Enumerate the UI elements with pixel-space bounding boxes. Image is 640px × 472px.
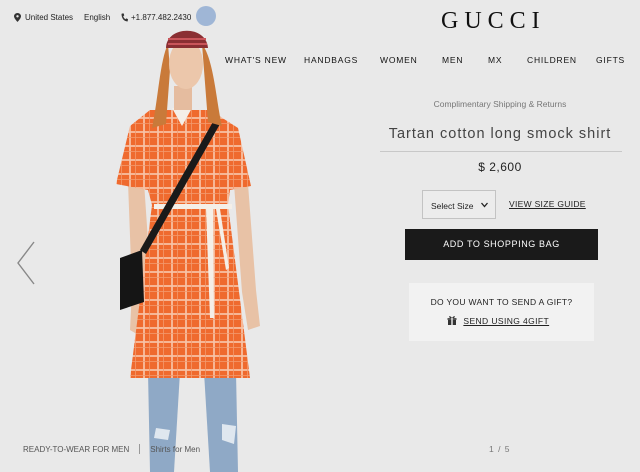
main-nav: WHAT'S NEW HANDBAGS WOMEN MEN MX CHILDRE… — [0, 55, 640, 67]
add-to-bag-button[interactable]: ADD TO SHOPPING BAG — [405, 229, 598, 260]
nav-item-handbags[interactable]: HANDBAGS — [304, 55, 358, 65]
map-pin-icon — [14, 13, 21, 22]
title-divider — [380, 151, 622, 152]
gift-panel: DO YOU WANT TO SEND A GIFT? SEND USING 4… — [409, 283, 594, 341]
product-price: $ 2,600 — [478, 160, 522, 174]
nav-item-gifts[interactable]: GIFTS — [596, 55, 625, 65]
size-guide-link[interactable]: VIEW SIZE GUIDE — [509, 199, 586, 209]
breadcrumb-separator — [139, 444, 141, 454]
country-selector[interactable]: United States — [25, 13, 73, 22]
gift-icon — [447, 316, 457, 325]
chevron-down-icon — [481, 202, 488, 208]
language-selector[interactable]: English — [84, 13, 110, 22]
gucci-logo[interactable]: GUCCI — [441, 8, 546, 35]
nav-item-men[interactable]: MEN — [442, 55, 463, 65]
product-image[interactable] — [110, 0, 290, 472]
send-gift-label: SEND USING 4GIFT — [463, 316, 550, 326]
breadcrumb: READY-TO-WEAR FOR MEN Shirts for Men — [23, 444, 200, 454]
shipping-note: Complimentary Shipping & Returns — [433, 99, 567, 109]
product-title: Tartan cotton long smock shirt — [388, 126, 612, 142]
breadcrumb-item-ready-to-wear[interactable]: READY-TO-WEAR FOR MEN — [23, 445, 129, 454]
nav-item-children[interactable]: CHILDREN — [527, 55, 577, 65]
gallery-pager: 1 / 5 — [489, 444, 511, 454]
size-select[interactable]: Select Size — [422, 190, 496, 219]
breadcrumb-item-shirts[interactable]: Shirts for Men — [150, 445, 200, 454]
size-select-value: Select Size — [431, 201, 474, 211]
chevron-left-icon[interactable] — [14, 240, 36, 286]
send-gift-link[interactable]: SEND USING 4GIFT — [447, 315, 549, 326]
nav-item-mx[interactable]: MX — [488, 55, 502, 65]
nav-item-women[interactable]: WOMEN — [380, 55, 418, 65]
gift-question: DO YOU WANT TO SEND A GIFT? — [430, 297, 573, 307]
